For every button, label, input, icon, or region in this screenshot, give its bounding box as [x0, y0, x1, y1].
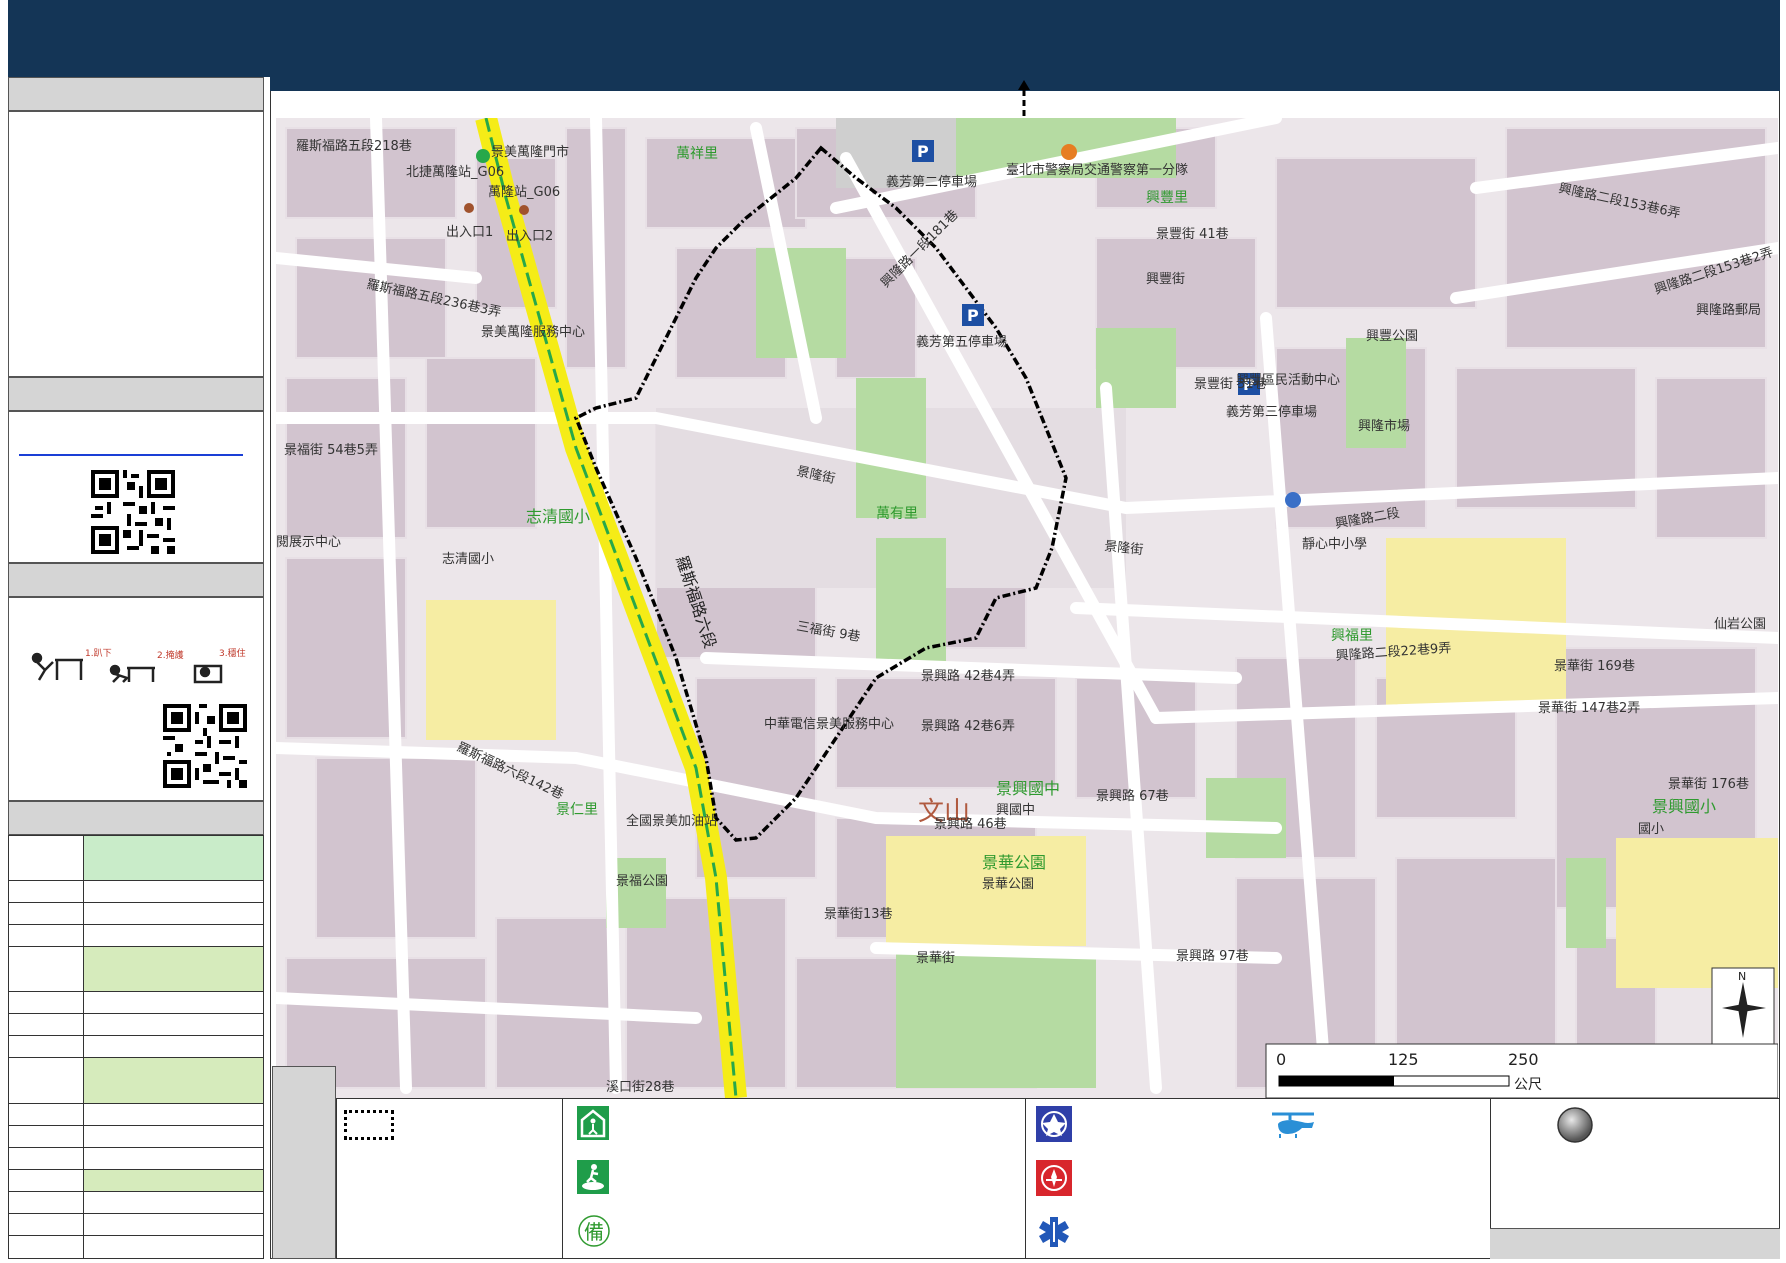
map-label-market: 景美萬隆門市 — [491, 144, 569, 160]
village-xingfu: 興福里 — [1331, 628, 1373, 644]
panel-4-header — [8, 801, 264, 835]
map-label-xinglong-market: 興隆市場 — [1358, 418, 1410, 434]
road-label: 景豐街 31巷 — [1194, 377, 1267, 392]
map-label-jingmei-park: 景福公園 — [616, 874, 668, 889]
road-label: 景興路 42巷4弄 — [921, 668, 1015, 684]
road-label: 景興路 46巷 — [934, 816, 1007, 832]
qr-code-icon — [163, 704, 247, 788]
road-label: 景福街 54巷5弄 — [284, 443, 378, 458]
map-label-zhiqing2: 志清國小 — [442, 552, 494, 567]
svg-text:250: 250 — [1508, 1050, 1539, 1069]
evac-label-1: 1.趴下 — [85, 648, 112, 659]
contact-table — [8, 834, 264, 1260]
map-label-exit2: 出入口2 — [506, 229, 553, 244]
map-label-service: 景美萬隆服務中心 — [481, 325, 585, 340]
legend-footer — [1490, 1228, 1780, 1259]
panel-3-body: 1.趴下 2.掩護 3.穩住 — [8, 597, 264, 801]
scale-bar: 0 125 250 公尺 — [1265, 1043, 1778, 1098]
map-label-jinghua: 景華公園 — [982, 853, 1046, 872]
fire-station-icon — [1036, 1160, 1072, 1196]
map-label-parking5: 義芳第五停車場 — [916, 334, 1007, 350]
drop-cover-hold-icon: 1.趴下 2.掩護 3.穩住 — [31, 647, 246, 684]
map-canvas[interactable]: P P P 北捷萬隆站_G06 萬隆站_G06 景美萬隆門市 出入口1 出入口2… — [276, 118, 1778, 1098]
map-label-jingxing-elem2: 國小 — [1638, 822, 1664, 837]
map-label-parking2: 義芳第二停車場 — [886, 174, 977, 190]
road-label: 溪口街28巷 — [606, 1080, 675, 1095]
evacuation-shelter-icon — [577, 1106, 609, 1140]
map-label-gas: 全國景美加油站 — [626, 813, 717, 829]
map-label-jingxing2: 興國中 — [996, 803, 1035, 818]
map-label-exhibit: 閱展示中心 — [276, 535, 341, 550]
road-label: 景華街 169巷 — [1554, 659, 1635, 674]
header-bar — [8, 0, 1780, 77]
legend-title-panel — [272, 1066, 336, 1259]
map-label-police: 臺北市警察局交通警察第一分隊 — [1006, 162, 1188, 178]
direction-arrow — [1018, 80, 1030, 120]
panel-3-header — [8, 563, 264, 597]
legend-divider — [562, 1098, 563, 1259]
road-label: 景華街 147巷2弄 — [1538, 701, 1640, 716]
map-label-jingxin: 靜心中小學 — [1302, 537, 1367, 552]
helicopter-icon — [1272, 1112, 1314, 1138]
panel-1-body — [8, 111, 264, 377]
svg-text:公尺: 公尺 — [1514, 1077, 1542, 1093]
map-label-jinghua2: 景華公園 — [982, 877, 1034, 892]
map-label-parking3: 義芳第三停車場 — [1226, 404, 1317, 420]
north-arrow: N — [1711, 967, 1775, 1049]
village-xingfeng: 興豐里 — [1146, 190, 1188, 206]
map-label-mrt2: 萬隆站_G06 — [488, 185, 560, 200]
map-label-exit1: 出入口1 — [446, 225, 493, 240]
svg-text:P: P — [967, 306, 979, 325]
road-label: 景豐街 41巷 — [1156, 227, 1229, 242]
village-wanxiang: 萬祥里 — [676, 146, 718, 162]
panel-2-header — [8, 377, 264, 411]
map-label-mrt: 北捷萬隆站_G06 — [406, 165, 504, 180]
police-icon — [1036, 1106, 1072, 1142]
map-label-post: 興隆路郵局 — [1696, 302, 1761, 318]
panel-1-header — [8, 77, 264, 111]
map-label-telecom: 中華電信景美服務中心 — [764, 717, 894, 732]
you-are-here-icon — [1557, 1107, 1593, 1143]
road-label: 景華街 176巷 — [1668, 777, 1749, 792]
panel-2-body — [8, 411, 264, 563]
reserve-shelter-icon: 備 — [578, 1215, 610, 1247]
evac-label-2: 2.掩護 — [157, 649, 184, 661]
medical-icon — [1039, 1217, 1069, 1247]
road-label: 景華街13巷 — [824, 907, 893, 922]
svg-text:0: 0 — [1276, 1050, 1286, 1069]
outdoor-refuge-icon — [577, 1160, 609, 1194]
evac-label-3: 3.穩住 — [219, 647, 246, 659]
svg-text:P: P — [917, 142, 929, 161]
map-label-xinglong-park: 興豐公園 — [1366, 329, 1418, 344]
svg-text:N: N — [1738, 970, 1746, 983]
map-label-jingxing-elem: 景興國小 — [1652, 797, 1716, 816]
link-underline[interactable] — [19, 454, 243, 456]
road-label: 景興路 42巷6弄 — [921, 718, 1015, 734]
boundary-legend-swatch — [344, 1110, 394, 1140]
qr-code-icon — [91, 470, 175, 554]
legend-divider — [1025, 1098, 1026, 1259]
road-label: 羅斯福路五段218巷 — [296, 138, 412, 154]
svg-text:備: 備 — [584, 1220, 604, 1244]
svg-text:125: 125 — [1388, 1050, 1419, 1069]
map-label-jingxing: 景興國中 — [996, 779, 1060, 798]
road-label: 興豐街 — [1146, 272, 1185, 287]
road-label: 景興路 67巷 — [1096, 788, 1169, 804]
village-jingren: 景仁里 — [556, 802, 598, 818]
village-wanyou: 萬有里 — [876, 506, 918, 522]
map-label-zhiqing: 志清國小 — [526, 507, 590, 526]
road-label: 景興路 97巷 — [1176, 948, 1249, 964]
map-label-xianyan: 仙岩公園 — [1714, 617, 1766, 632]
road-label: 景華街 — [916, 951, 955, 966]
